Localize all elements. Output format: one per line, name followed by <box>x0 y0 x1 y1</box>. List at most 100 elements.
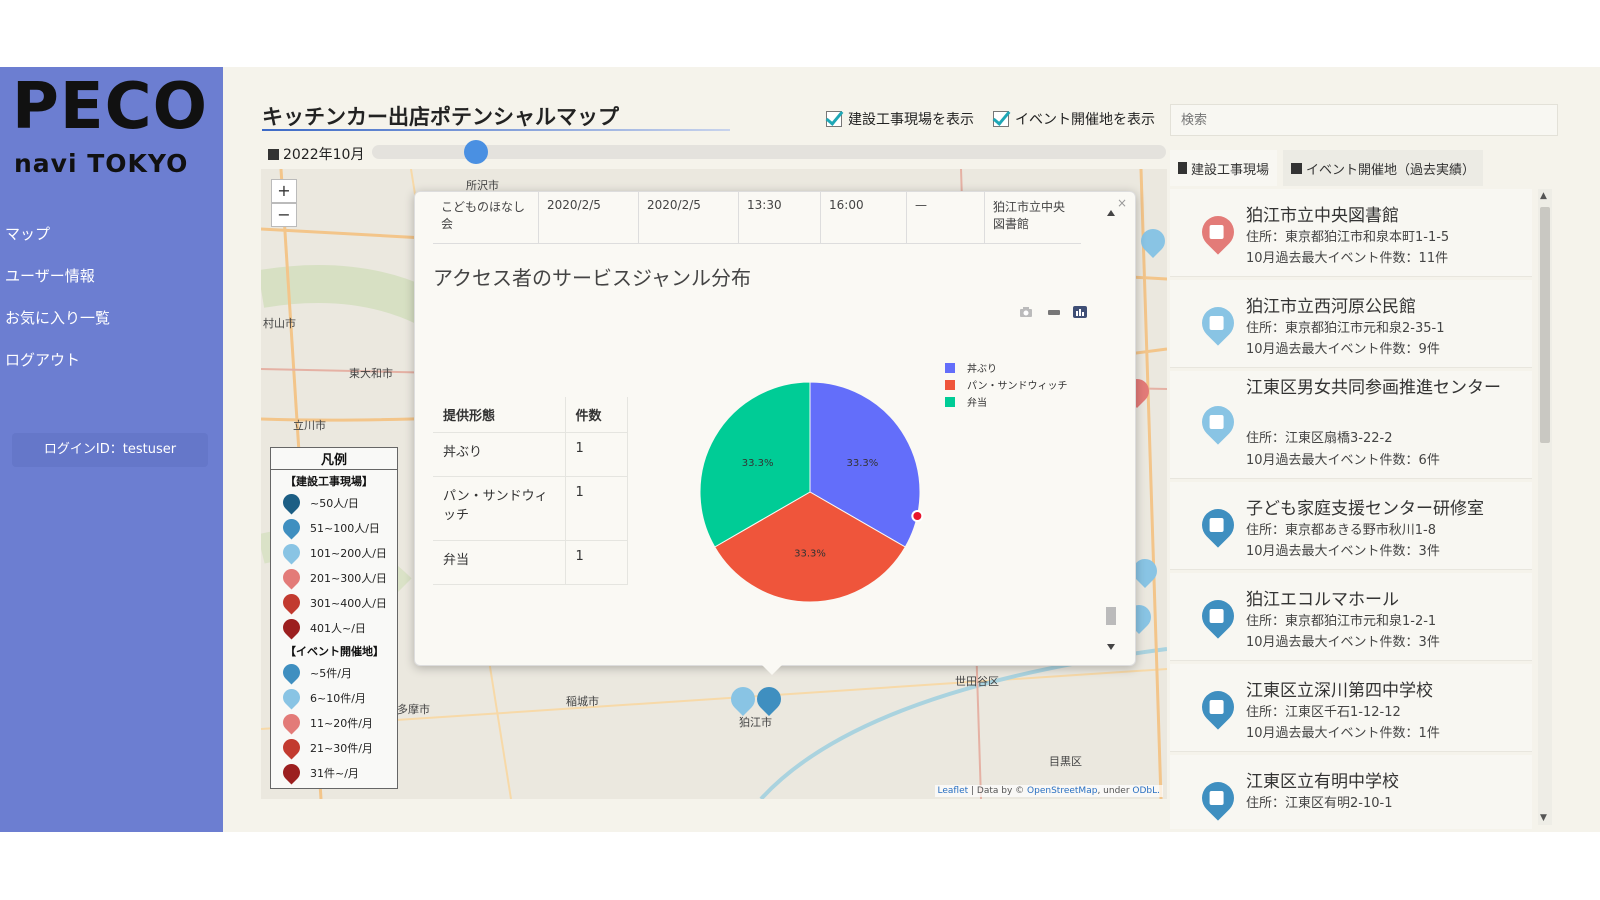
venue-address: 住所：東京都あきる野市秋川1-8 <box>1246 523 1436 538</box>
pie-chart[interactable]: 33.3% 33.3% 33.3% <box>690 372 930 612</box>
table-cell: 弁当 <box>433 540 566 585</box>
pie-legend-label: パン・サンドウィッチ <box>967 381 1068 392</box>
calendar-pin-icon <box>1195 300 1241 346</box>
list-scrollbar[interactable]: ▲ ▼ <box>1538 189 1552 825</box>
venue-name: 狛江市立西河原公民館 <box>1246 297 1416 317</box>
list-item[interactable]: 狛江市立西河原公民館 住所：東京都狛江市元和泉2-35-1 10月過去最大イベン… <box>1170 280 1532 368</box>
close-icon[interactable]: × <box>1117 196 1127 210</box>
table-cell: 2020/2/5 <box>639 192 739 243</box>
show-construction-checkbox[interactable]: 建設工事現場を表示 <box>826 109 974 129</box>
legend-label: 21~30件/月 <box>310 741 373 755</box>
legend-row: ~5件/月 <box>271 660 397 685</box>
calendar-pin-icon <box>1195 593 1241 639</box>
calendar-icon <box>268 148 279 160</box>
tab-construction[interactable]: 建設工事現場 <box>1170 150 1278 186</box>
popup-event-row: こどものほなし会 2020/2/5 2020/2/5 13:30 16:00 —… <box>433 192 1081 244</box>
zoom-out-button[interactable]: − <box>271 203 297 227</box>
map-place-label: 東大和市 <box>349 367 393 380</box>
list-item[interactable]: 江東区立深川第四中学校 住所：江東区千石1-12-12 10月過去最大イベント件… <box>1170 664 1532 752</box>
scroll-down-icon[interactable]: ▼ <box>1540 813 1547 823</box>
legend-construction-heading: 【建設工事現場】 <box>285 475 373 488</box>
sidebar-item-user-info[interactable]: ユーザー情報 <box>0 257 223 295</box>
plotly-logo-icon[interactable] <box>1073 306 1087 318</box>
sidebar-item-map[interactable]: マップ <box>0 215 223 253</box>
table-cell: 1 <box>565 540 628 585</box>
pie-legend-label: 丼ぶり <box>967 364 997 375</box>
search-input[interactable] <box>1170 104 1558 136</box>
venue-address: 住所：江東区扇橋3-22-2 <box>1246 431 1393 446</box>
tab-event-label: イベント開催地（過去実績） <box>1306 162 1476 178</box>
odbl-link[interactable]: ODbL. <box>1132 786 1160 796</box>
list-item[interactable]: 狛江市立中央図書館 住所：東京都狛江市和泉本町1-1-5 10月過去最大イベント… <box>1170 189 1532 277</box>
month-slider-track[interactable] <box>372 145 1166 159</box>
legend-label: 11~20件/月 <box>310 716 373 730</box>
venue-event-count: 10月過去最大イベント件数：3件 <box>1246 544 1440 559</box>
chart-popup: × こどものほなし会 2020/2/5 2020/2/5 13:30 16:00… <box>414 191 1136 666</box>
map-place-label: 目黒区 <box>1049 755 1082 768</box>
table-row: 弁当 1 <box>433 540 628 585</box>
attribution-text: | Data by © <box>968 786 1028 796</box>
osm-link[interactable]: OpenStreetMap <box>1027 786 1097 796</box>
venue-event-count: 10月過去最大イベント件数：6件 <box>1246 453 1440 468</box>
camera-icon[interactable] <box>1019 306 1033 318</box>
legend-swatch <box>945 396 955 407</box>
pie-slice-label: 33.3% <box>794 549 826 560</box>
list-item[interactable]: 子ども家庭支援センター研修室 住所：東京都あきる野市秋川1-8 10月過去最大イ… <box>1170 482 1532 570</box>
pie-legend-label: 弁当 <box>967 398 987 409</box>
construction-pin-icon <box>279 590 304 615</box>
zoom-in-button[interactable]: + <box>271 179 297 203</box>
tab-construction-label: 建設工事現場 <box>1191 162 1270 178</box>
pie-legend: 丼ぶり パン・サンドウィッチ 弁当 <box>945 359 1068 410</box>
checkbox-checked-icon[interactable] <box>993 111 1009 127</box>
venue-event-count: 10月過去最大イベント件数：11件 <box>1246 251 1449 266</box>
venue-event-count: 10月過去最大イベント件数：3件 <box>1246 635 1440 650</box>
list-scrollbar-thumb[interactable] <box>1540 207 1550 443</box>
event-pin-icon <box>279 660 304 685</box>
list-item[interactable]: 狛江エコルマホール 住所：東京都狛江市元和泉1-2-1 10月過去最大イベント件… <box>1170 573 1532 661</box>
tab-event[interactable]: イベント開催地（過去実績） <box>1283 150 1484 186</box>
pan-icon[interactable] <box>1047 306 1061 318</box>
map-place-label: 世田谷区 <box>955 675 999 688</box>
list-item[interactable]: 江東区立有明中学校 住所：江東区有明2-10-1 <box>1170 755 1532 829</box>
show-event-checkbox[interactable]: イベント開催地を表示 <box>993 109 1155 129</box>
table-row: 丼ぶり 1 <box>433 432 628 477</box>
legend-swatch <box>945 362 955 373</box>
legend-label: 101~200人/日 <box>310 546 387 560</box>
legend-label: 6~10件/月 <box>310 691 366 705</box>
chart-heading: アクセス者のサービスジャンル分布 <box>433 266 751 290</box>
date-value: 2022年10月 <box>283 147 365 163</box>
show-construction-label: 建設工事現場を表示 <box>848 112 974 128</box>
leaflet-link[interactable]: Leaflet <box>938 786 969 796</box>
venue-name: 狛江市立中央図書館 <box>1246 206 1399 226</box>
venue-list: 狛江市立中央図書館 住所：東京都狛江市和泉本町1-1-5 10月過去最大イベント… <box>1170 189 1535 829</box>
legend-row: 201~300人/日 <box>271 565 397 590</box>
sidebar-item-favorites[interactable]: お気に入り一覧 <box>0 299 223 337</box>
legend-row: 21~30件/月 <box>271 735 397 760</box>
event-pin-icon <box>279 735 304 760</box>
table-cell: 丼ぶり <box>433 432 566 477</box>
map-legend: 凡例 【建設工事現場】 ~50人/日 51~100人/日 101~200人/日 … <box>270 447 398 789</box>
table-cell: 狛江市立中央図書館 <box>993 200 1066 231</box>
venue-address: 住所：江東区千石1-12-12 <box>1246 705 1401 720</box>
table-cell: 13:30 <box>739 192 821 243</box>
table-cell: — <box>907 192 985 243</box>
pie-legend-item[interactable]: 弁当 <box>945 393 1068 410</box>
popup-scrollbar[interactable] <box>1105 204 1117 656</box>
list-tabs: 建設工事現場 イベント開催地（過去実績） <box>1170 150 1530 186</box>
pie-legend-item[interactable]: 丼ぶり <box>945 359 1068 376</box>
table-cell: 16:00 <box>821 192 907 243</box>
legend-row: 401人~/日 <box>271 615 397 640</box>
list-item[interactable]: 江東区男女共同参画推進センター 住所：江東区扇橋3-22-2 10月過去最大イベ… <box>1170 371 1532 479</box>
map-attribution: Leaflet | Data by © OpenStreetMap, under… <box>934 785 1163 797</box>
sidebar-item-logout[interactable]: ログアウト <box>0 341 223 379</box>
venue-name: 江東区立深川第四中学校 <box>1246 681 1433 701</box>
legend-label: 201~300人/日 <box>310 571 387 585</box>
venue-name: 狛江エコルマホール <box>1246 590 1399 610</box>
checkbox-checked-icon[interactable] <box>826 111 842 127</box>
attribution-under: , under <box>1097 786 1133 796</box>
scroll-up-icon[interactable]: ▲ <box>1540 191 1547 201</box>
pie-legend-item[interactable]: パン・サンドウィッチ <box>945 376 1068 393</box>
logo-subtitle: navi TOKYO <box>14 149 189 178</box>
month-slider-handle[interactable] <box>464 140 488 164</box>
date-label: 2022年10月 <box>268 144 364 164</box>
